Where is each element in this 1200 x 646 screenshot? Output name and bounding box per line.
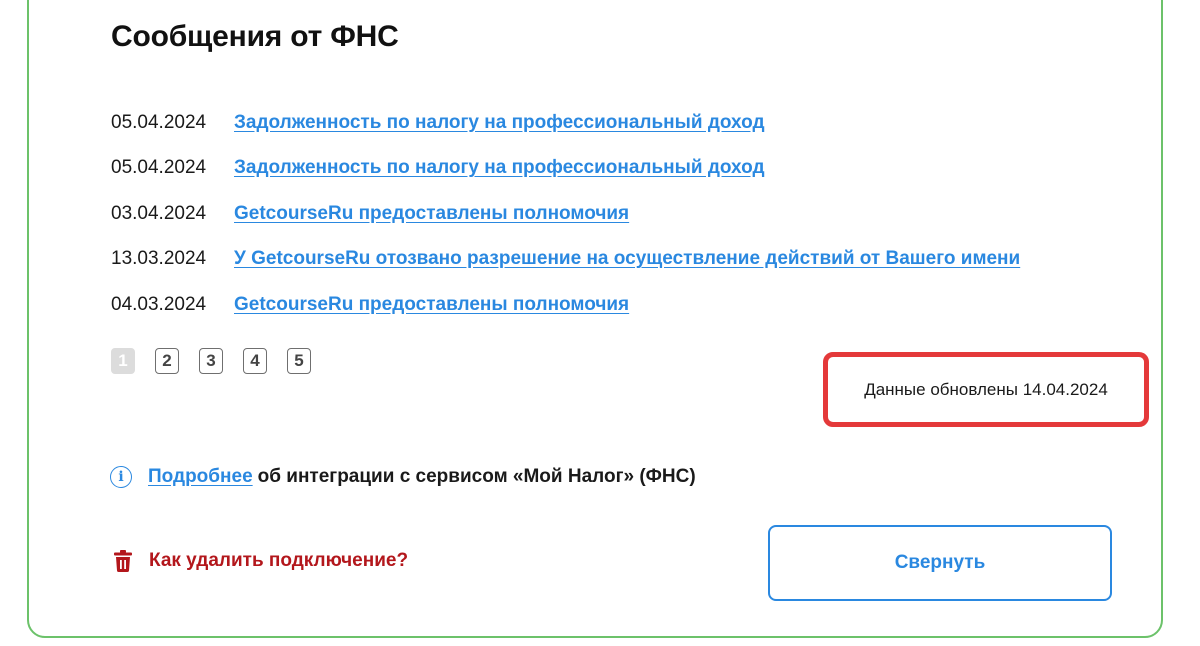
message-link[interactable]: GetcourseRu предоставлены полномочия [234, 294, 629, 316]
message-link[interactable]: Задолженность по налогу на профессиональ… [234, 112, 765, 134]
collapse-button[interactable]: Свернуть [768, 525, 1112, 601]
page-button-4[interactable]: 4 [243, 348, 267, 374]
message-link[interactable]: GetcourseRu предоставлены полномочия [234, 203, 629, 225]
message-link[interactable]: Задолженность по налогу на профессиональ… [234, 157, 765, 179]
message-row: 05.04.2024 Задолженность по налогу на пр… [111, 146, 1020, 192]
message-row: 03.04.2024 GetcourseRu предоставлены пол… [111, 191, 1020, 237]
page-button-1[interactable]: 1 [111, 348, 135, 374]
info-icon: i [110, 466, 132, 488]
page-button-3[interactable]: 3 [199, 348, 223, 374]
message-row: 04.03.2024 GetcourseRu предоставлены пол… [111, 282, 1020, 328]
message-date: 04.03.2024 [111, 293, 207, 315]
integration-info: i Подробнее об интеграции с сервисом «Мо… [110, 466, 696, 488]
trash-icon [114, 550, 132, 572]
more-info-link[interactable]: Подробнее [148, 466, 253, 488]
page-button-5[interactable]: 5 [287, 348, 311, 374]
page-button-2[interactable]: 2 [155, 348, 179, 374]
delete-connection-label: Как удалить подключение? [149, 550, 409, 571]
integration-info-text: об интеграции с сервисом «Мой Налог» (ФН… [257, 466, 696, 487]
message-link[interactable]: У GetcourseRu отозвано разрешение на осу… [234, 248, 1020, 270]
messages-list: 05.04.2024 Задолженность по налогу на пр… [111, 100, 1020, 328]
message-row: 13.03.2024 У GetcourseRu отозвано разреш… [111, 237, 1020, 283]
data-updated-label: Данные обновлены 14.04.2024 [864, 379, 1108, 399]
delete-connection-link[interactable]: Как удалить подключение? [114, 550, 408, 572]
message-date: 03.04.2024 [111, 202, 207, 224]
updated-highlight-box: Данные обновлены 14.04.2024 [823, 352, 1149, 427]
message-row: 05.04.2024 Задолженность по налогу на пр… [111, 100, 1020, 146]
message-date: 05.04.2024 [111, 157, 207, 179]
message-date: 13.03.2024 [111, 248, 207, 270]
section-title: Сообщения от ФНС [111, 20, 399, 53]
pagination: 1 2 3 4 5 [111, 348, 331, 374]
message-date: 05.04.2024 [111, 111, 207, 133]
